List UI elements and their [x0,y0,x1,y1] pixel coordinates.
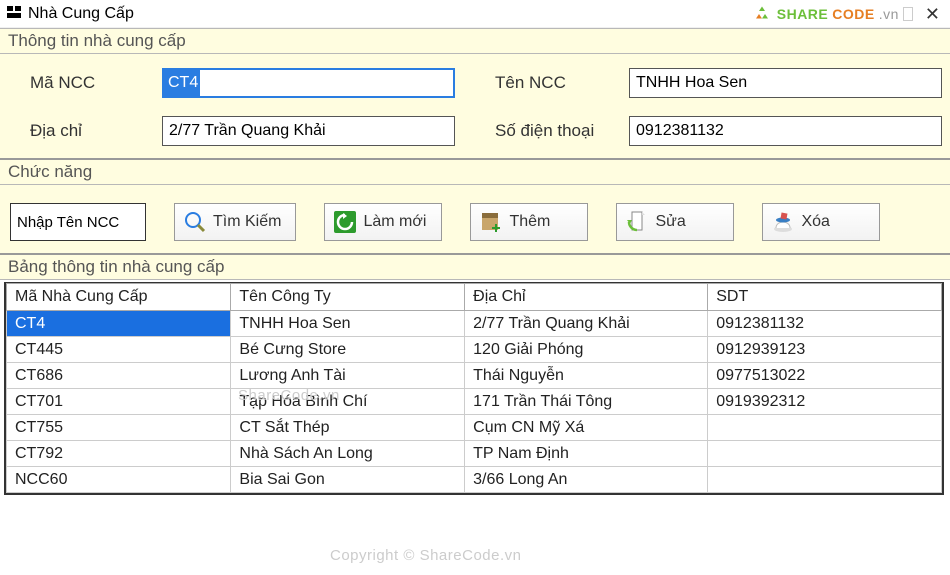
table-cell[interactable]: 0912381132 [708,311,942,337]
table-cell[interactable]: 120 Giải Phóng [465,337,708,363]
table-cell[interactable]: Bé Cưng Store [231,337,465,363]
table-cell[interactable]: CT Sắt Thép [231,415,465,441]
table-cell[interactable]: 0919392312 [708,389,942,415]
table-cell[interactable] [708,415,942,441]
app-icon [6,4,22,23]
table-cell[interactable]: TNHH Hoa Sen [231,311,465,337]
table-row[interactable]: CT4TNHH Hoa Sen2/77 Trần Quang Khải09123… [7,311,942,337]
search-input[interactable] [10,203,146,241]
col-diachi[interactable]: Địa Chỉ [465,284,708,311]
table-row[interactable]: NCC60Bia Sai Gon3/66 Long An [7,467,942,493]
table-cell[interactable]: Thái Nguyễn [465,363,708,389]
watermark-2: Copyright © ShareCode.vn [330,547,521,564]
brand-logo: SHARECODE.vn [753,5,899,23]
table-cell[interactable]: CT686 [7,363,231,389]
table-row[interactable]: CT445Bé Cưng Store120 Giải Phóng09129391… [7,337,942,363]
table-cell[interactable] [708,441,942,467]
col-mancc[interactable]: Mã Nhà Cung Cấp [7,284,231,311]
table-cell[interactable]: CT701 [7,389,231,415]
maximize-placeholder[interactable] [903,7,913,21]
table-cell[interactable] [708,467,942,493]
table-cell[interactable]: 3/66 Long An [465,467,708,493]
section-header-info: Thông tin nhà cung cấp [0,28,950,54]
label-tenncc: Tên NCC [495,73,615,93]
table-cell[interactable]: 0977513022 [708,363,942,389]
search-button[interactable]: Tìm Kiếm [174,203,296,241]
form-area: Mã NCC Địa chỉ Tên NCC Số điện thoại [0,54,950,158]
recycle-icon [753,5,771,23]
input-sdt[interactable] [629,116,942,146]
table-cell[interactable]: 171 Trần Thái Tông [465,389,708,415]
table-cell[interactable]: CT792 [7,441,231,467]
section-header-table: Bảng thông tin nhà cung cấp [0,253,950,280]
table-row[interactable]: CT792Nhà Sách An LongTP Nam Định [7,441,942,467]
table-cell[interactable]: CT445 [7,337,231,363]
add-icon [479,210,503,234]
table-cell[interactable]: CT755 [7,415,231,441]
table-cell[interactable]: Tạp Hóa Bình Chí [231,389,465,415]
titlebar: Nhà Cung Cấp SHARECODE.vn ✕ [0,0,950,28]
window-title: Nhà Cung Cấp [28,5,134,23]
table-cell[interactable]: TP Nam Định [465,441,708,467]
section-header-func: Chức năng [0,158,950,185]
label-diachi: Địa chỉ [8,121,148,141]
table-row[interactable]: CT686Lương Anh TàiThái Nguyễn0977513022 [7,363,942,389]
edit-button[interactable]: Sửa [616,203,734,241]
table-cell[interactable]: Cụm CN Mỹ Xá [465,415,708,441]
table-cell[interactable]: Lương Anh Tài [231,363,465,389]
delete-button[interactable]: Xóa [762,203,880,241]
table-cell[interactable]: Nhà Sách An Long [231,441,465,467]
delete-icon [771,210,795,234]
input-mancc[interactable] [162,68,455,98]
function-bar: Tìm Kiếm Làm mới Thêm Sửa Xóa [0,185,950,253]
table-cell[interactable]: 2/77 Trần Quang Khải [465,311,708,337]
input-tenncc[interactable] [629,68,942,98]
table-row[interactable]: CT755CT Sắt ThépCụm CN Mỹ Xá [7,415,942,441]
label-sdt: Số điện thoại [495,121,615,141]
table-header-row: Mã Nhà Cung Cấp Tên Công Ty Địa Chỉ SDT [7,284,942,311]
edit-icon [625,210,649,234]
table-row[interactable]: CT701Tạp Hóa Bình Chí171 Trần Thái Tông0… [7,389,942,415]
col-sdt[interactable]: SDT [708,284,942,311]
search-icon [183,210,207,234]
close-icon[interactable]: ✕ [921,5,944,23]
table-cell[interactable]: Bia Sai Gon [231,467,465,493]
refresh-button[interactable]: Làm mới [324,203,442,241]
input-diachi[interactable] [162,116,455,146]
table-cell[interactable]: CT4 [7,311,231,337]
table-cell[interactable]: 0912939123 [708,337,942,363]
add-button[interactable]: Thêm [470,203,588,241]
supplier-table-wrap: Mã Nhà Cung Cấp Tên Công Ty Địa Chỉ SDT … [4,282,944,495]
supplier-table[interactable]: Mã Nhà Cung Cấp Tên Công Ty Địa Chỉ SDT … [6,283,942,493]
table-cell[interactable]: NCC60 [7,467,231,493]
label-mancc: Mã NCC [8,73,148,93]
col-tencongty[interactable]: Tên Công Ty [231,284,465,311]
refresh-icon [333,210,357,234]
